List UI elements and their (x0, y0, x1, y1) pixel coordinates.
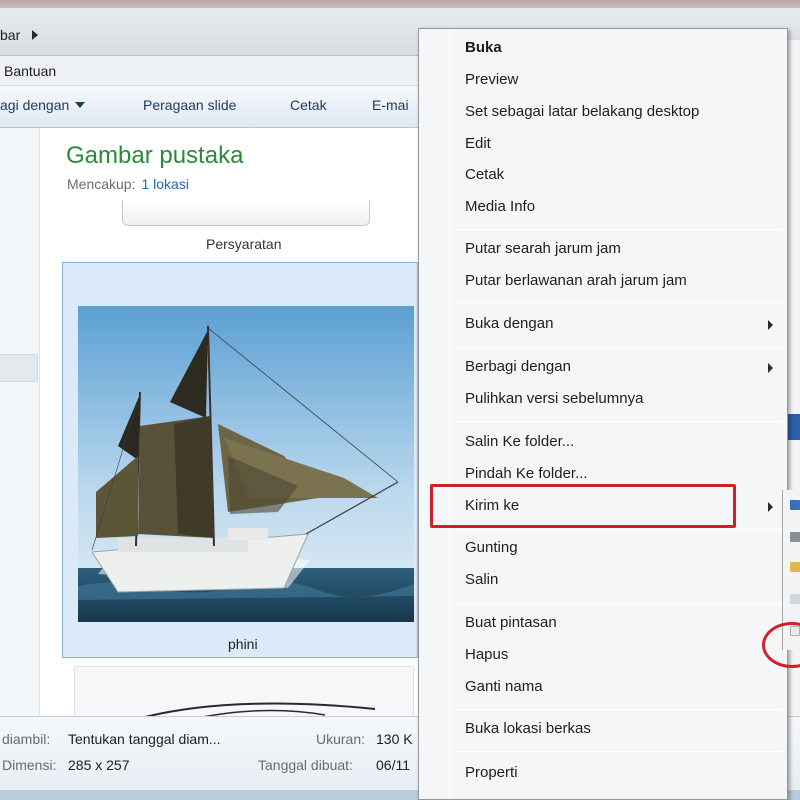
menu-item-create-shortcut[interactable]: Buat pintasan (465, 614, 557, 631)
dimensions-value: 285 x 257 (68, 757, 130, 773)
share-with-label: agi dengan (0, 97, 70, 113)
ship-photo-thumbnail[interactable] (78, 306, 414, 622)
submenu-item-icon[interactable] (790, 500, 800, 510)
share-with-button[interactable]: agi dengan (0, 97, 86, 113)
menu-item-rename[interactable]: Ganti nama (465, 678, 543, 695)
menu-separator (453, 709, 783, 710)
submenu-arrow-icon (768, 363, 773, 373)
library-title: Gambar pustaka (66, 142, 244, 169)
menu-separator (453, 302, 783, 303)
context-menu: Buka Preview Set sebagai latar belakang … (418, 28, 788, 800)
menu-item-print[interactable]: Cetak (465, 166, 504, 183)
menu-item-properties[interactable]: Properti (465, 764, 518, 781)
menu-item-restore-previous-versions[interactable]: Pulihkan versi sebelumnya (465, 390, 643, 407)
submenu-arrow-icon (768, 320, 773, 330)
right-pane-selected-item[interactable] (788, 414, 800, 440)
menu-item-preview[interactable]: Preview (465, 71, 518, 88)
submenu-arrow-icon (768, 502, 773, 512)
menu-item-edit[interactable]: Edit (465, 135, 491, 152)
breadcrumb[interactable]: bar (0, 27, 20, 43)
date-taken-label: diambil: (2, 731, 51, 747)
slideshow-button[interactable]: Peragaan slide (143, 97, 236, 113)
menu-item-media-info[interactable]: Media Info (465, 198, 535, 215)
submenu-item-icon[interactable] (790, 532, 800, 542)
file-thumbnail[interactable] (122, 200, 370, 226)
menu-separator (453, 751, 783, 752)
menu-item-rotate-clockwise[interactable]: Putar searah jarum jam (465, 240, 621, 257)
menu-item-rotate-counterclockwise[interactable]: Putar berlawanan arah jarum jam (465, 272, 687, 289)
date-taken-value[interactable]: Tentukan tanggal diam... (68, 731, 221, 747)
size-value: 130 K (376, 731, 413, 747)
date-created-value: 06/11 (376, 757, 410, 773)
includes-label: Mencakup: (67, 176, 136, 192)
menu-help[interactable]: Bantuan (4, 63, 56, 79)
nav-selected-item[interactable] (0, 354, 38, 382)
breadcrumb-arrow-icon[interactable] (32, 30, 38, 40)
menu-item-delete[interactable]: Hapus (465, 646, 508, 663)
dimensions-label: Dimensi: (2, 757, 57, 773)
date-created-label: Tanggal dibuat: (258, 757, 353, 773)
includes-locations-link[interactable]: 1 lokasi (141, 176, 188, 192)
menu-icon-gutter (449, 29, 450, 799)
menu-separator (453, 229, 783, 230)
menu-separator (453, 347, 783, 348)
menu-item-open-with[interactable]: Buka dengan (465, 315, 553, 332)
navigation-pane[interactable] (0, 128, 40, 716)
menu-item-copy[interactable]: Salin (465, 571, 498, 588)
highlight-annotation (430, 484, 736, 528)
menu-item-move-to-folder[interactable]: Pindah Ke folder... (465, 465, 588, 482)
menu-item-set-desktop-background[interactable]: Set sebagai latar belakang desktop (465, 103, 699, 120)
window-frame (0, 0, 800, 8)
menu-item-open-file-location[interactable]: Buka lokasi berkas (465, 720, 591, 737)
menu-item-cut[interactable]: Gunting (465, 539, 518, 556)
menu-item-open[interactable]: Buka (465, 39, 502, 56)
chevron-down-icon (75, 102, 86, 108)
email-button[interactable]: E-mai (372, 97, 409, 113)
folder-icon[interactable] (790, 562, 800, 572)
file-name[interactable]: phini (228, 636, 258, 652)
file-name[interactable]: Persyaratan (206, 236, 281, 252)
menu-item-copy-to-folder[interactable]: Salin Ke folder... (465, 433, 574, 450)
menu-item-share-with[interactable]: Berbagi dengan (465, 358, 571, 375)
size-label: Ukuran: (316, 731, 366, 747)
submenu-item-icon[interactable] (790, 594, 800, 604)
menu-separator (453, 421, 783, 422)
menu-separator (453, 603, 783, 604)
library-includes: Mencakup: 1 lokasi (67, 176, 189, 192)
menu-separator (453, 529, 783, 530)
print-button[interactable]: Cetak (290, 97, 327, 113)
